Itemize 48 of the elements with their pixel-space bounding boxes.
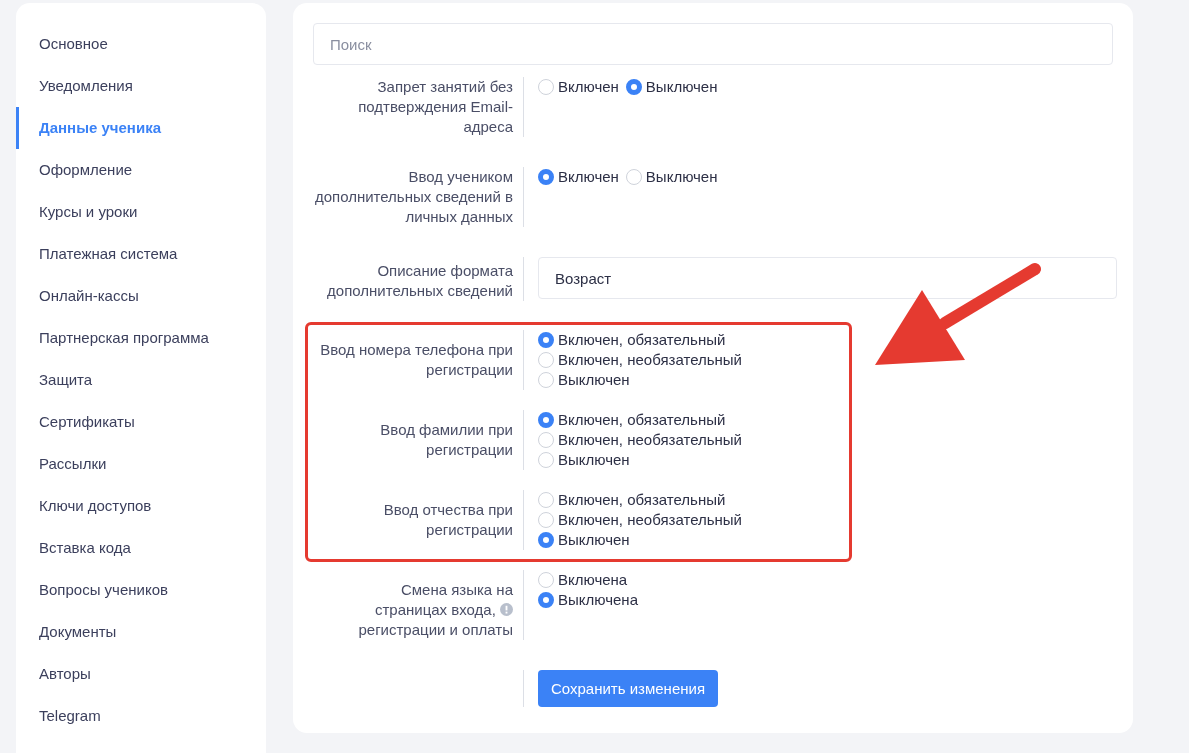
radio-option[interactable]: Выключена [538, 590, 638, 610]
sidebar-item[interactable]: Основное [16, 23, 266, 65]
radio-option[interactable]: Включен, необязательный [538, 430, 742, 450]
radio-button[interactable] [538, 532, 554, 548]
radio-option[interactable]: Включена [538, 570, 638, 590]
text-field[interactable]: Возраст [538, 257, 1117, 299]
search-field[interactable]: Поиск [313, 23, 1113, 65]
setting-label: Ввод учеником дополнительных сведений в личных данных [314, 168, 513, 225]
sidebar-item[interactable]: Онлайн-кассы [16, 275, 266, 317]
radio-option[interactable]: Включен [538, 167, 619, 187]
setting-label: Запрет занятий без подтверждения Email- адреса [358, 78, 513, 135]
radio-button[interactable] [625, 79, 642, 95]
sidebar-item[interactable]: Авторы [16, 653, 266, 695]
radio-button[interactable] [538, 169, 554, 185]
sidebar-item[interactable]: Курсы и уроки [16, 191, 266, 233]
sidebar-item[interactable]: Оформление [16, 149, 266, 191]
setting-label: Смена языка на страницах входа, регистрации и оплаты [358, 581, 513, 638]
setting-label: Ввод фамилии при регистрации [380, 421, 513, 458]
sidebar-item[interactable]: Вставка кода [16, 527, 266, 569]
sidebar-item[interactable]: Рассылки [16, 443, 266, 485]
sidebar-item[interactable]: Партнерская программа [16, 317, 266, 359]
sidebar-item[interactable]: Telegram [16, 695, 266, 737]
sidebar-item[interactable]: Вопросы учеников [16, 569, 266, 611]
radio-button[interactable] [538, 412, 554, 428]
radio-option[interactable]: Выключен [625, 167, 718, 187]
sidebar-item[interactable]: Ключи доступов [16, 485, 266, 527]
setting-label: Ввод номера телефона при регистрации [320, 341, 513, 378]
sidebar-item[interactable]: Сертификаты [16, 401, 266, 443]
sidebar-item[interactable]: Документы [16, 611, 266, 653]
sidebar-item[interactable]: Защита [16, 359, 266, 401]
radio-option[interactable]: Включен, обязательный [538, 410, 742, 430]
radio-option[interactable]: Включен, обязательный [538, 330, 742, 350]
radio-option[interactable]: Включен, необязательный [538, 350, 742, 370]
sidebar-item[interactable]: Уведомления [16, 65, 266, 107]
radio-option[interactable]: Выключен [538, 370, 742, 390]
radio-option[interactable]: Выключен [538, 530, 742, 550]
setting-label: Описание формата дополнительных сведений [327, 262, 513, 299]
save-button[interactable]: Сохранить изменения [538, 670, 719, 707]
radio-option[interactable]: Включен [538, 77, 619, 97]
radio-button[interactable] [538, 332, 554, 348]
radio-option[interactable]: Включен, обязательный [538, 490, 742, 510]
radio-button[interactable] [538, 592, 554, 608]
sidebar-item[interactable]: Платежная система [16, 233, 266, 275]
setting-label: Ввод отчества при регистрации [383, 501, 513, 538]
sidebar-item[interactable]: Данные ученика [16, 107, 266, 149]
radio-option[interactable]: Выключен [538, 450, 742, 470]
radio-option[interactable]: Включен, необязательный [538, 510, 742, 530]
radio-option[interactable]: Выключен [625, 77, 718, 97]
